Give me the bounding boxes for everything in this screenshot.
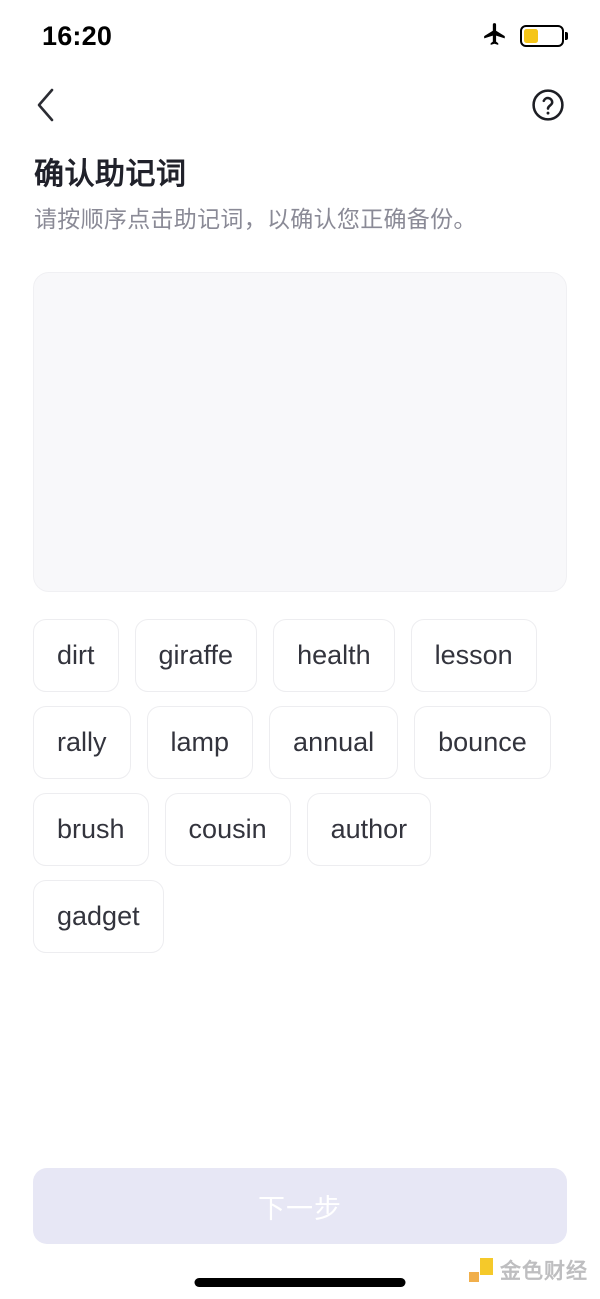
watermark: 金色财经 bbox=[469, 1255, 588, 1285]
status-time: 16:20 bbox=[42, 20, 113, 51]
airplane-mode-icon bbox=[482, 21, 508, 52]
word-chip[interactable]: gadget bbox=[33, 879, 164, 953]
word-chip[interactable]: dirt bbox=[33, 618, 119, 692]
battery-fill bbox=[524, 29, 539, 43]
navigation-bar bbox=[0, 72, 600, 138]
logo-square-left bbox=[469, 1272, 479, 1282]
status-bar: 16:20 bbox=[0, 0, 600, 72]
heading-block: 确认助记词 请按顺序点击助记词，以确认您正确备份。 bbox=[0, 138, 600, 235]
word-chip[interactable]: lamp bbox=[146, 705, 254, 779]
battery-icon bbox=[520, 25, 564, 47]
home-indicator bbox=[194, 1278, 406, 1287]
logo-square-right bbox=[480, 1258, 493, 1275]
word-chip[interactable]: author bbox=[306, 792, 432, 866]
watermark-label: 金色财经 bbox=[500, 1260, 588, 1283]
word-chip[interactable]: cousin bbox=[164, 792, 291, 866]
selected-words-panel[interactable] bbox=[33, 271, 567, 592]
mnemonic-confirm-screen: 16:20 确认助记词 请按顺序点击助记词，以确认您正确备份。 dirt gir… bbox=[0, 0, 600, 1299]
word-chip[interactable]: lesson bbox=[410, 618, 537, 692]
word-chip[interactable]: rally bbox=[33, 705, 131, 779]
help-button[interactable] bbox=[526, 83, 570, 127]
jinse-logo-icon bbox=[469, 1258, 493, 1282]
page-title: 确认助记词 bbox=[34, 158, 187, 191]
status-indicators bbox=[482, 21, 564, 52]
word-chip[interactable]: bounce bbox=[414, 705, 551, 779]
word-bank: dirt giraffe health lesson rally lamp annual bo… bbox=[33, 618, 567, 953]
word-chip[interactable]: annual bbox=[269, 705, 399, 779]
word-chip[interactable]: giraffe bbox=[134, 618, 258, 692]
back-button[interactable] bbox=[24, 83, 68, 127]
word-chip[interactable]: health bbox=[273, 618, 395, 692]
page-subtitle: 请按顺序点击助记词，以确认您正确备份。 bbox=[34, 205, 477, 232]
word-chip[interactable]: brush bbox=[33, 792, 149, 866]
next-button[interactable]: 下一步 bbox=[33, 1168, 567, 1244]
